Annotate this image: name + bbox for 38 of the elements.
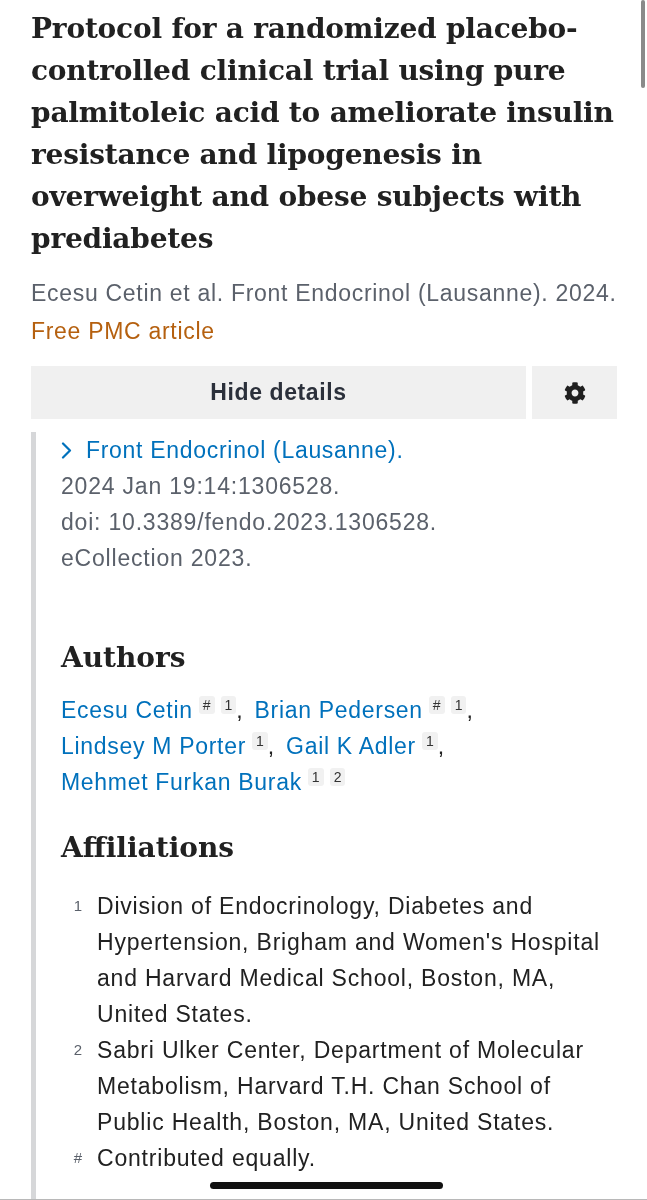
author-link[interactable]: Mehmet Furkan Burak <box>61 769 302 795</box>
settings-icon <box>563 381 586 404</box>
article-citation: Ecesu Cetin et al. Front Endocrinol (Lausanne). 2024. <box>31 279 617 308</box>
author-separator: , <box>466 697 474 723</box>
scrollbar-thumb[interactable] <box>641 0 645 88</box>
affiliation-marker[interactable]: 2 <box>329 768 346 786</box>
chevron-right-icon <box>61 441 72 459</box>
publication-detail: 2024 Jan 19:14:1306528. <box>61 472 342 501</box>
affiliation-number: 2 <box>72 1040 83 1060</box>
affiliation-marker[interactable]: 1 <box>450 696 467 714</box>
author-link[interactable]: Gail K Adler <box>286 733 416 759</box>
author-separator: , <box>437 733 445 759</box>
author-link[interactable]: Lindsey M Porter <box>61 733 247 759</box>
author-link[interactable]: Brian Pedersen <box>254 697 423 723</box>
settings-button[interactable] <box>532 366 617 419</box>
publication-detail: eCollection 2023. <box>61 544 254 573</box>
author-link[interactable]: Ecesu Cetin <box>61 697 193 723</box>
authors-heading: Authors <box>61 640 186 676</box>
journal-link[interactable]: Front Endocrinol (Lausanne). <box>61 432 404 468</box>
affiliation-marker[interactable]: 1 <box>252 732 268 750</box>
affiliations-heading: Affiliations <box>61 830 235 866</box>
affiliation-marker[interactable]: # <box>428 696 445 714</box>
affiliation-marker[interactable]: 1 <box>421 732 438 750</box>
affiliation-number: # <box>72 1148 83 1168</box>
publication-detail: doi: 10.3389/fendo.2023.1306528. <box>61 508 439 537</box>
hide-details-button[interactable]: Hide details <box>31 366 526 419</box>
affiliation-marker[interactable]: # <box>198 696 215 714</box>
affiliation-number: 1 <box>72 896 83 916</box>
affiliation-marker[interactable]: 1 <box>220 696 237 714</box>
author-separator: , <box>236 697 244 723</box>
affiliation-text: Division of Endocrinology, Diabetes and Hypertension, Brigham and Women's Hospital and Harvard Medical School, Boston, MA, United States. <box>97 892 601 1029</box>
affiliation-text: Contributed equally. <box>97 1144 317 1173</box>
affiliation-marker[interactable]: 1 <box>307 768 324 786</box>
author-separator: , <box>267 733 275 759</box>
affiliation-text: Sabri Ulker Center, Department of Molecular Metabolism, Harvard T.H. Chan School of Public Health, Boston, MA, United States. <box>97 1036 585 1137</box>
free-article-link[interactable]: Free PMC article <box>31 316 215 346</box>
home-indicator[interactable] <box>210 1182 443 1189</box>
article-title: Protocol for a randomized placebo-controlled clinical trial using pure palmitoleic acid to ameliorate insulin resistance and lipogenesis in overweight and obese subjects with prediabetes <box>31 11 615 257</box>
